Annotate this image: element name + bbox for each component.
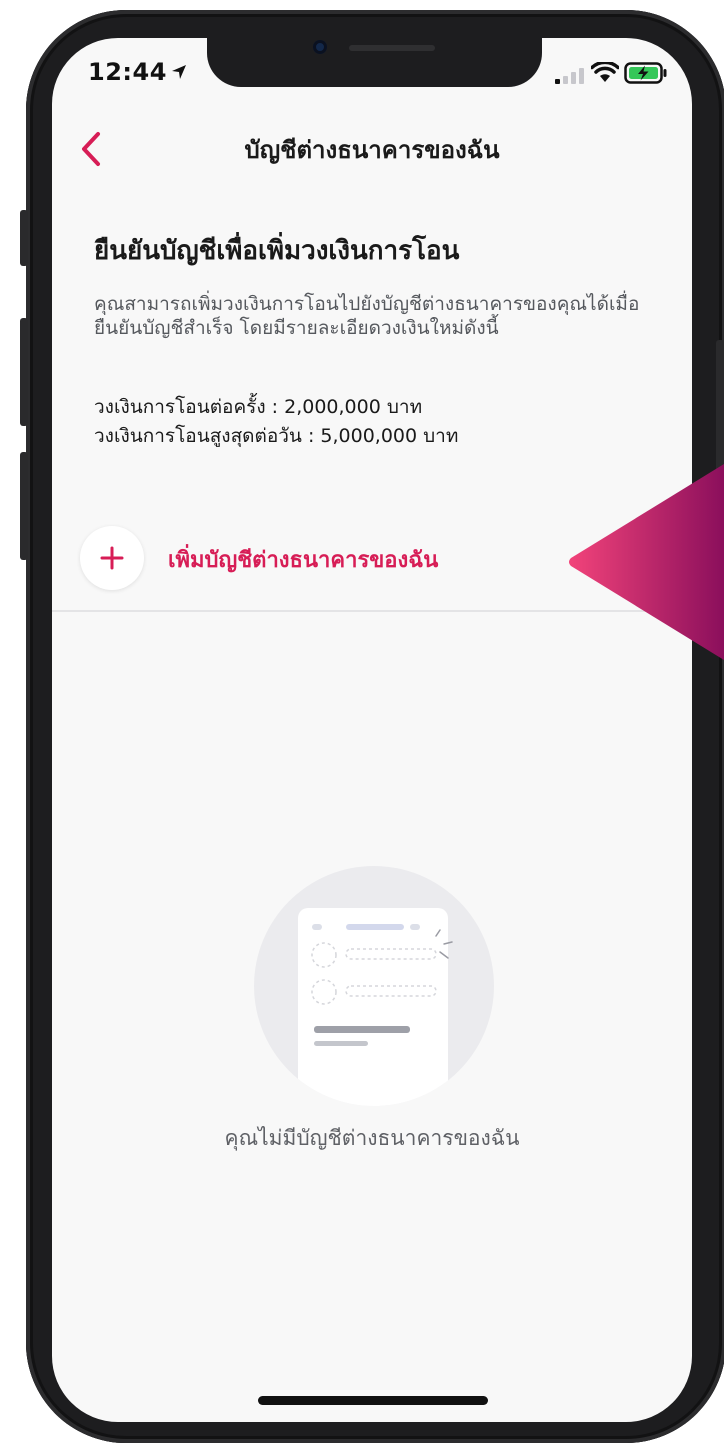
empty-document-illustration [298,908,453,1106]
verify-description: คุณสามารถเพิ่มวงเงินการโอนไปยังบัญชีต่าง… [94,293,640,339]
earpiece-speaker [349,45,435,51]
silent-switch [20,210,28,266]
plus-icon [100,546,124,570]
volume-up-button [20,318,28,426]
volume-down-button [20,452,28,560]
home-indicator[interactable] [258,1396,488,1405]
limit-per-day: วงเงินการโอนสูงสุดต่อวัน : 5,000,000 บาท [94,425,459,447]
add-account-label: เพิ่มบัญชีต่างธนาคารของฉัน [168,548,439,573]
add-circle [80,526,144,590]
verify-heading: ยืนยันบัญชีเพื่อเพิ่มวงเงินการโอน [94,236,460,266]
battery-charging-icon [624,62,667,84]
limit-per-transaction: วงเงินการโอนต่อครั้ง : 2,000,000 บาท [94,396,423,418]
page-title: บัญชีต่างธนาคารของฉัน [244,136,500,164]
empty-state-illustration [254,866,494,1106]
front-camera [313,40,327,54]
cellular-signal-icon [555,68,584,84]
app-screen: 12:44 บัญชีต่างธนาคารของฉัน ยืนยันบัญชีเ… [52,38,692,1422]
notch [207,38,542,87]
empty-state-message: คุณไม่มีบัญชีต่างธนาคารของฉัน [224,1126,520,1150]
location-arrow-icon [172,65,186,79]
status-time: 12:44 [88,58,167,86]
pointer-arrow-icon [569,464,724,660]
wifi-icon [591,62,619,82]
